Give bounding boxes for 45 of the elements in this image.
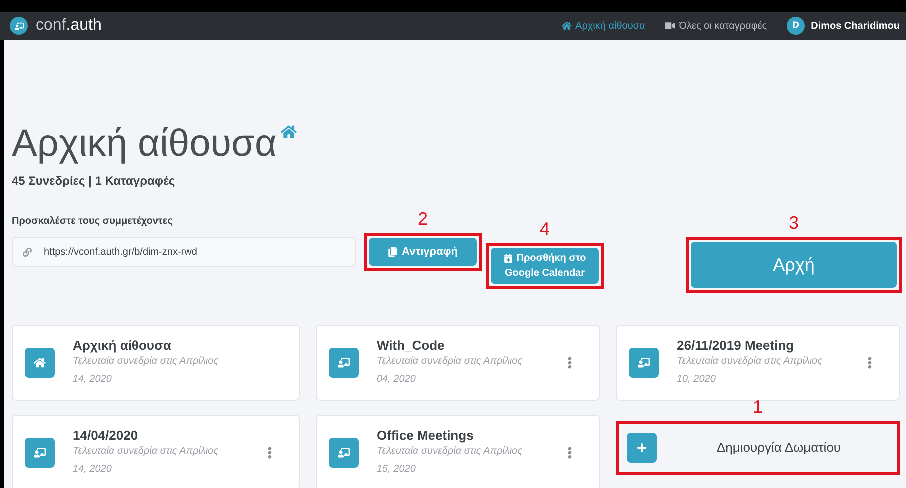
room-card[interactable]: 14/04/2020 Τελευταία συνεδρία στις Απρίλιος 14, 2020 bbox=[12, 415, 300, 488]
room-name: With_Code bbox=[377, 338, 446, 354]
room-name: 26/11/2019 Meeting bbox=[677, 338, 796, 354]
last-session-date: 14, 2020 bbox=[73, 463, 113, 477]
home-icon bbox=[34, 357, 46, 369]
user-name[interactable]: Dimos Charidimou bbox=[811, 18, 900, 34]
invite-label: Προσκαλέστε τους συμμετέχοντες bbox=[12, 215, 173, 229]
plus-icon bbox=[637, 443, 647, 453]
nav-link[interactable]: Όλες οι καταγραφές bbox=[665, 18, 768, 34]
room-card[interactable]: Αρχική αίθουσα Τελευταία συνεδρία στις Απρίλιος 14, 2020 bbox=[12, 325, 300, 401]
presenter-icon bbox=[338, 447, 350, 459]
invite-url-field[interactable]: https://vconf.auth.gr/b/dim-znx-rwd bbox=[12, 237, 356, 267]
room-card[interactable]: 26/11/2019 Meeting Τελευταία συνεδρία στις Απρίλιος 10, 2020 bbox=[616, 325, 900, 401]
last-session-date: 04, 2020 bbox=[377, 373, 417, 387]
last-session-text: Τελευταία συνεδρία στις Απρίλιος bbox=[677, 355, 824, 369]
last-session-text: Τελευταία συνεδρία στις Απρίλιος bbox=[377, 445, 524, 459]
annotation-number: 2 bbox=[418, 209, 428, 229]
page-title: Αρχική αίθουσα bbox=[12, 122, 277, 166]
annotation-number: 4 bbox=[540, 219, 550, 239]
home-icon bbox=[562, 21, 572, 31]
room-card[interactable]: With_Code Τελευταία συνεδρία στις Απρίλιος 04, 2020 bbox=[316, 325, 600, 401]
presenter-icon bbox=[638, 357, 650, 369]
presenter-icon bbox=[338, 357, 350, 369]
annotation-number: 3 bbox=[789, 213, 799, 233]
room-card[interactable]: Office Meetings Τελευταία συνεδρία στις Απρίλιος 15, 2020 bbox=[316, 415, 600, 488]
room-name: Office Meetings bbox=[377, 428, 475, 444]
last-session-text: Τελευταία συνεδρία στις Απρίλιος bbox=[73, 355, 220, 369]
brand-name[interactable]: conf.auth bbox=[36, 14, 102, 38]
stats-text: 45 Συνεδρίες | 1 Καταγραφές bbox=[12, 173, 176, 190]
brand-logo-icon bbox=[10, 17, 28, 35]
calendar-icon bbox=[504, 254, 513, 263]
last-session-date: 10, 2020 bbox=[677, 373, 717, 387]
copy-icon bbox=[388, 247, 398, 257]
room-name: Αρχική αίθουσα bbox=[73, 338, 172, 354]
create-room-label: Δημιουργία Δωματίου bbox=[717, 439, 842, 458]
last-session-text: Τελευταία συνεδρία στις Απρίλιος bbox=[73, 445, 220, 459]
link-icon bbox=[23, 248, 32, 256]
home-icon bbox=[280, 124, 297, 140]
room-name: 14/04/2020 bbox=[73, 428, 140, 444]
video-camera-icon bbox=[665, 21, 676, 31]
last-session-text: Τελευταία συνεδρία στις Απρίλιος bbox=[377, 355, 524, 369]
last-session-date: 14, 2020 bbox=[73, 373, 113, 387]
nav-link[interactable]: Αρχική αίθουσα bbox=[562, 18, 646, 34]
last-session-date: 15, 2020 bbox=[377, 463, 417, 477]
presenter-icon bbox=[34, 447, 46, 459]
